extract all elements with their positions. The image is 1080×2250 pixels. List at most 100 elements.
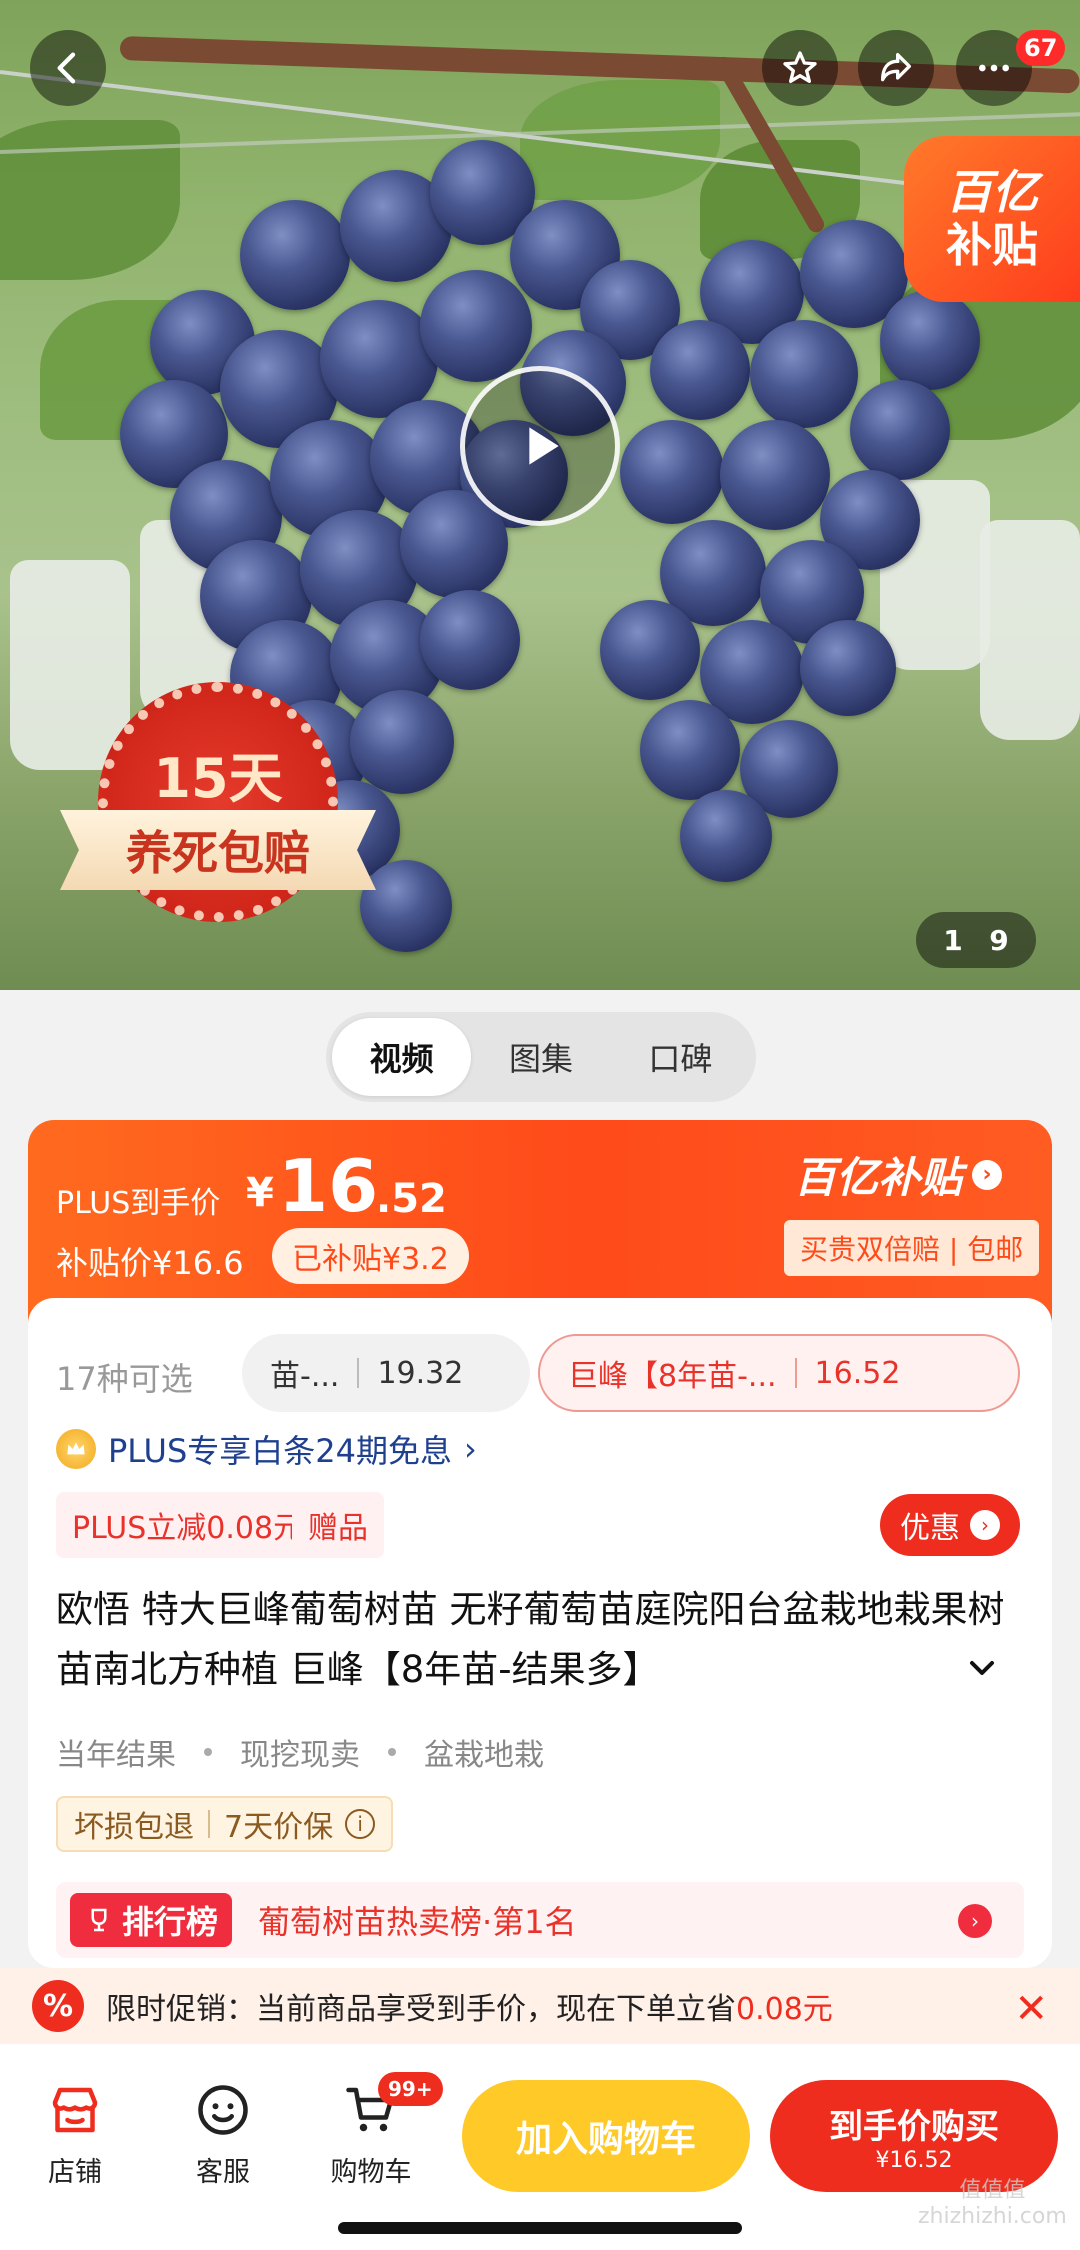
flash-promo-text: 限时促销：当前商品享受到手价，现在下单立省0.08元 bbox=[106, 1984, 833, 2028]
variant-price: 16.52 bbox=[814, 1355, 901, 1391]
more-dots-icon bbox=[979, 64, 1009, 72]
coupon-label: 优惠 bbox=[900, 1511, 960, 1546]
flash-promo-banner: % 限时促销：当前商品享受到手价，现在下单立省0.08元 ✕ bbox=[0, 1968, 1080, 2044]
flash-text-highlight: 0.08元 bbox=[736, 1992, 833, 2027]
grape-berry bbox=[420, 270, 532, 382]
subsidy-price: 补贴价¥16.6 bbox=[56, 1244, 244, 1282]
store-label: 店铺 bbox=[48, 2157, 102, 2188]
guarantee-seal: 15天 养死包赔 bbox=[60, 682, 376, 952]
feature-item: 现挖现卖 bbox=[240, 1738, 360, 1773]
grape-berry bbox=[680, 790, 772, 882]
grape-berry bbox=[650, 320, 750, 420]
percent-icon: % bbox=[32, 1980, 84, 2032]
coupon-button[interactable]: 优惠 › bbox=[880, 1494, 1020, 1556]
plus-benefit-text: PLUS专享白条24期免息 bbox=[108, 1432, 452, 1470]
ranking-banner[interactable]: 排行榜 葡萄树苗热卖榜·第1名 › bbox=[56, 1882, 1024, 1958]
bullet-dot bbox=[388, 1748, 396, 1756]
crown-icon bbox=[56, 1429, 96, 1469]
grape-berry bbox=[880, 290, 980, 390]
cart-count-badge: 99+ bbox=[378, 2072, 443, 2106]
buy-now-price: ¥16.52 bbox=[875, 2148, 953, 2173]
variant-option-selected[interactable]: 巨峰【8年苗-... 16.52 bbox=[538, 1334, 1020, 1412]
grape-berry bbox=[750, 320, 858, 428]
service-guarantee[interactable]: 坏损包退 7天价保 i bbox=[56, 1796, 394, 1852]
home-indicator[interactable] bbox=[338, 2222, 742, 2234]
bottom-action-bar: 店铺 客服 购物车 99+ 加入购物车 到手价购买 ¥16.52 值值值 zhi… bbox=[0, 2044, 1080, 2250]
variant-price: 19.32 bbox=[377, 1355, 464, 1391]
subsidy-brand-link[interactable]: 百亿补贴 › bbox=[794, 1144, 1003, 1205]
close-icon[interactable]: ✕ bbox=[1014, 1986, 1048, 2032]
chat-face-icon bbox=[198, 2085, 248, 2135]
image-page-indicator: 1 9 bbox=[916, 912, 1036, 968]
notification-badge: 67 bbox=[1016, 30, 1066, 66]
price-guarantee-tag: 买贵双倍赔 | 包邮 bbox=[784, 1220, 1040, 1276]
back-button[interactable] bbox=[30, 30, 106, 106]
trophy-icon bbox=[91, 1908, 107, 1932]
ranking-badge: 排行榜 bbox=[70, 1893, 233, 1947]
variant-selector: 17种可选 苗-... 19.32 巨峰【8年苗-... 16.52 bbox=[28, 1334, 1052, 1418]
add-to-cart-button[interactable]: 加入购物车 bbox=[462, 2080, 750, 2192]
guarantee-item: 7天价保 bbox=[224, 1810, 334, 1845]
star-icon bbox=[783, 51, 817, 84]
grape-berry bbox=[420, 590, 520, 690]
tab-video[interactable]: 视频 bbox=[332, 1018, 472, 1096]
grape-berry bbox=[800, 620, 896, 716]
variant-option[interactable]: 苗-... 19.32 bbox=[242, 1334, 530, 1412]
grape-berry bbox=[620, 420, 724, 524]
watermark: 值值值 zhizhizhi.com bbox=[918, 2178, 1067, 2229]
plus-benefit-link[interactable]: PLUS专享白条24期免息 › bbox=[56, 1426, 477, 1472]
chevron-down-icon[interactable] bbox=[962, 1648, 1002, 1688]
subsidized-amount-chip: 已补贴¥3.2 bbox=[272, 1228, 469, 1284]
play-video-button[interactable] bbox=[460, 366, 620, 526]
product-info-card: 17种可选 苗-... 19.32 巨峰【8年苗-... 16.52 PLUS专… bbox=[28, 1298, 1052, 1968]
fruit-bag bbox=[980, 520, 1080, 740]
variant-name: 苗-... bbox=[270, 1359, 340, 1394]
product-image-carousel[interactable]: 67 百亿 补贴 15天 养死包赔 1 9 bbox=[0, 0, 1080, 990]
variant-count: 17种可选 bbox=[56, 1360, 193, 1398]
price-integer: 16 bbox=[278, 1144, 379, 1228]
chevron-right-icon: › bbox=[958, 1904, 992, 1938]
plus-discount-chip[interactable]: PLUS立减0.08元 bbox=[56, 1492, 320, 1558]
divider bbox=[208, 1810, 210, 1838]
chevron-right-icon: › bbox=[464, 1430, 477, 1468]
media-tabs: 视频 图集 口碑 bbox=[326, 1012, 756, 1102]
product-title: 欧悟 特大巨峰葡萄树苗 无籽葡萄苗庭院阳台盆栽地栽果树苗南北方种植 巨峰【8年苗… bbox=[56, 1588, 1005, 1691]
ranking-badge-label: 排行榜 bbox=[122, 1903, 219, 1941]
divider bbox=[357, 1358, 360, 1388]
info-icon: i bbox=[345, 1809, 376, 1839]
page-current: 1 bbox=[943, 923, 963, 957]
customer-service-button[interactable]: 客服 bbox=[168, 2080, 278, 2189]
grape-berry bbox=[360, 860, 452, 952]
subsidy-tag[interactable]: 百亿 补贴 bbox=[904, 136, 1080, 302]
variant-name: 巨峰【8年苗-... bbox=[568, 1359, 777, 1394]
grape-berry bbox=[850, 380, 950, 480]
cart-label: 购物车 bbox=[330, 2157, 412, 2188]
grape-berry bbox=[350, 690, 454, 794]
flash-text-main: 限时促销：当前商品享受到手价，现在下单立省 bbox=[106, 1992, 736, 2027]
page-total: 9 bbox=[989, 923, 1009, 957]
feature-item: 当年结果 bbox=[56, 1738, 176, 1773]
subsidy-tag-line1: 百亿 bbox=[946, 165, 1038, 220]
favorite-button[interactable] bbox=[762, 30, 838, 106]
customer-service-label: 客服 bbox=[196, 2157, 250, 2188]
gift-chip[interactable]: 赠品 bbox=[292, 1492, 384, 1558]
share-button[interactable] bbox=[858, 30, 934, 106]
price-decimal: .52 bbox=[376, 1176, 447, 1222]
play-icon bbox=[529, 427, 559, 465]
divider bbox=[794, 1358, 797, 1388]
tab-gallery[interactable]: 图集 bbox=[471, 1018, 610, 1096]
chevron-right-icon: › bbox=[972, 1159, 1003, 1190]
store-button[interactable]: 店铺 bbox=[20, 2080, 130, 2189]
chevron-right-icon: › bbox=[970, 1510, 1000, 1540]
tab-reviews[interactable]: 口碑 bbox=[611, 1018, 750, 1096]
grape-berry bbox=[600, 600, 700, 700]
chevron-left-icon bbox=[57, 52, 76, 84]
cart-button[interactable]: 购物车 99+ bbox=[316, 2072, 443, 2189]
subsidy-brand-label: 百亿补贴 bbox=[794, 1153, 963, 1202]
bullet-dot bbox=[204, 1748, 212, 1756]
grape-berry bbox=[640, 700, 740, 800]
grape-berry bbox=[240, 200, 350, 310]
feature-list: 当年结果 现挖现卖 盆栽地栽 bbox=[56, 1730, 544, 1774]
share-icon bbox=[881, 53, 911, 82]
store-icon bbox=[52, 2087, 98, 2133]
